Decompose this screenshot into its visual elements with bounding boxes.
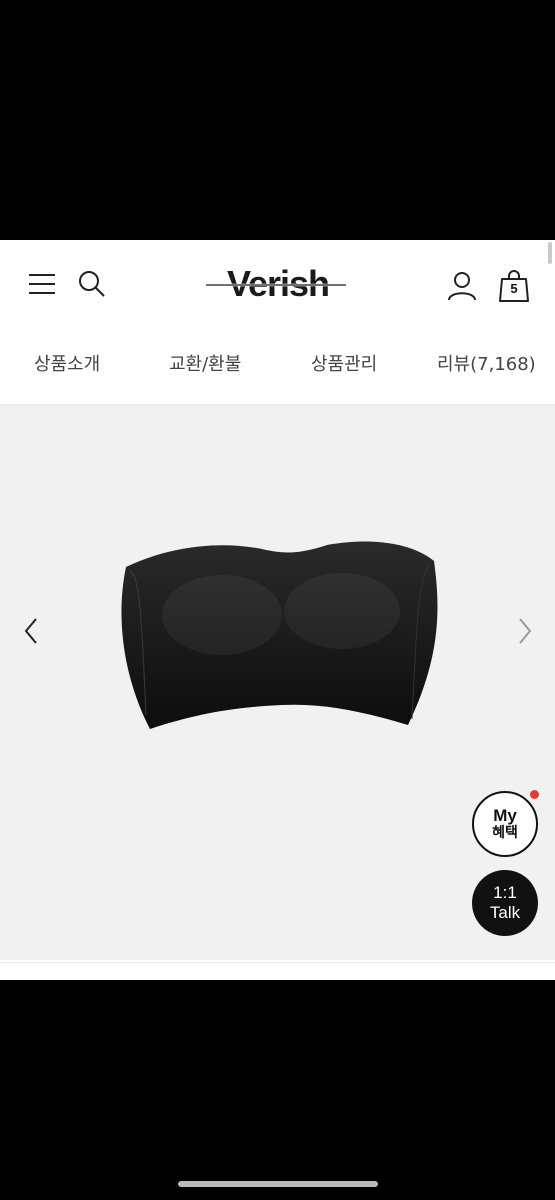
previous-image-button[interactable]: [16, 611, 46, 651]
tab-exchange-refund[interactable]: 교환/환불: [169, 340, 241, 390]
bottom-letterbox: [0, 980, 555, 1200]
chevron-right-icon: [519, 618, 532, 644]
product-gallery[interactable]: My 혜택 1:1 Talk: [0, 405, 555, 960]
talk-label-2: Talk: [489, 903, 521, 922]
my-benefit-label-2: 혜택: [492, 825, 518, 841]
brand-logo[interactable]: Verish: [198, 260, 358, 310]
cart-button[interactable]: 5: [494, 264, 534, 308]
hamburger-menu-icon: [29, 274, 55, 294]
gallery-divider: [0, 962, 555, 963]
my-benefit-button[interactable]: My 혜택: [472, 791, 538, 857]
account-button[interactable]: [440, 264, 484, 308]
menu-button[interactable]: [22, 264, 62, 304]
tab-product-intro[interactable]: 상품소개: [34, 340, 100, 390]
chevron-left-icon: [24, 618, 37, 644]
site-header: Verish 5: [0, 240, 555, 330]
cart-count-badge: 5: [510, 281, 518, 296]
next-image-button[interactable]: [510, 611, 540, 651]
home-indicator[interactable]: [178, 1181, 378, 1187]
top-letterbox: [0, 0, 555, 240]
search-button[interactable]: [72, 264, 112, 304]
notification-dot: [530, 790, 539, 799]
talk-label-1: 1:1: [493, 883, 517, 902]
tab-product-care[interactable]: 상품관리: [311, 340, 377, 390]
product-image-bandeau-bra: [121, 541, 438, 729]
one-on-one-talk-button[interactable]: 1:1 Talk: [472, 870, 538, 936]
search-icon: [79, 271, 105, 297]
my-benefit-label-1: My: [493, 806, 517, 825]
logo-text: Verish: [227, 263, 329, 304]
tab-reviews[interactable]: 리뷰(7,168): [437, 340, 536, 390]
product-tabs: 상품소개 교환/환불 상품관리 리뷰(7,168): [0, 340, 555, 390]
user-icon: [448, 272, 476, 301]
app-screen: Verish 5 상품소개 교환/환불 상품관리 리뷰(7,168) My 혜택…: [0, 240, 555, 980]
